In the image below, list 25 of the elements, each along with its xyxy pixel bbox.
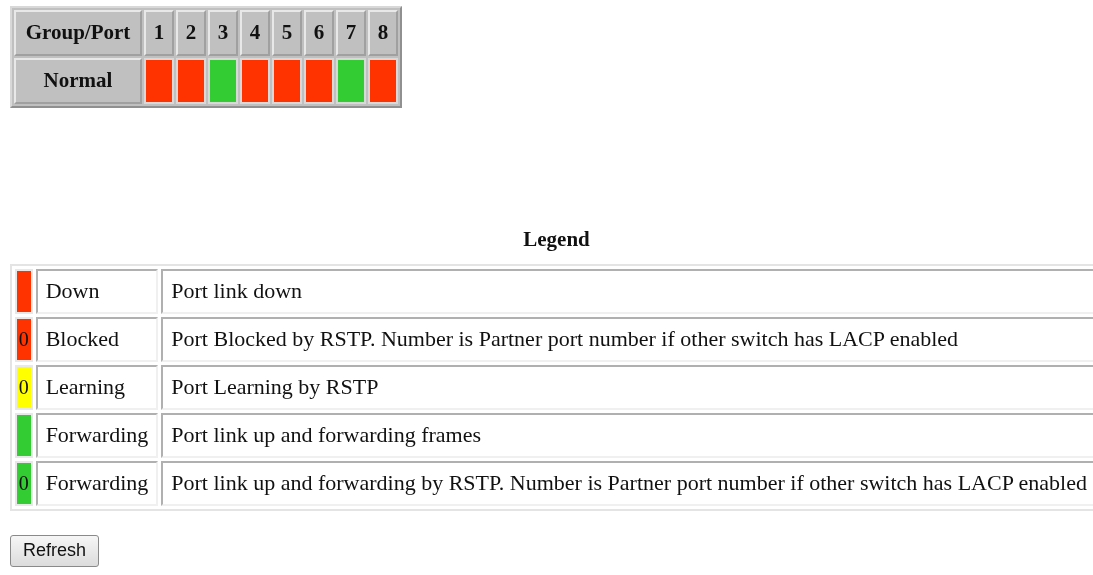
port-number: 5 xyxy=(272,10,302,56)
header-cell: Group/Port xyxy=(14,10,142,56)
legend-label: Learning xyxy=(35,364,159,410)
port-number: 7 xyxy=(336,10,366,56)
port-number: 1 xyxy=(144,10,174,56)
legend-swatch: 0 xyxy=(15,364,33,410)
legend-title: Legend xyxy=(522,226,591,253)
refresh-button[interactable]: Refresh xyxy=(10,534,100,567)
port-number: 6 xyxy=(304,10,334,56)
port-number: 3 xyxy=(208,10,238,56)
legend-swatch: 0 xyxy=(15,316,33,362)
legend-label: Forwarding xyxy=(35,460,159,506)
legend-label: Blocked xyxy=(35,316,159,362)
legend-description: Port Learning by RSTP xyxy=(161,364,1093,410)
port-number: 8 xyxy=(368,10,398,56)
legend-label: Down xyxy=(35,268,159,314)
group-label: Normal xyxy=(14,58,142,104)
legend-description: Port Blocked by RSTP. Number is Partner port number if other switch has LACP enabled xyxy=(161,316,1093,362)
legend-description: Port link down xyxy=(161,268,1093,314)
legend-label: Forwarding xyxy=(35,412,159,458)
legend-description: Port link up and forwarding by RSTP. Number is Partner port number if other switch has LACP enabled xyxy=(161,460,1093,506)
legend-swatch: 0 xyxy=(15,460,33,506)
legend-description: Port link up and forwarding frames xyxy=(161,412,1093,458)
port-number: 2 xyxy=(176,10,206,56)
port-number: 4 xyxy=(240,10,270,56)
